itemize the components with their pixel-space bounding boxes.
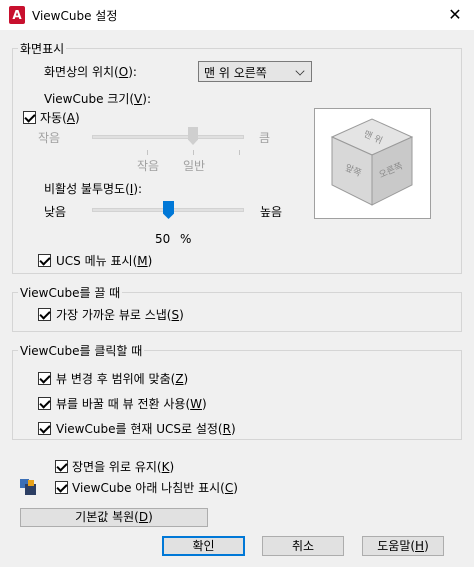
set-ucs-label-key: R [222, 422, 231, 436]
opacity-label: 비활성 불투명도(I): [44, 180, 142, 197]
autocad-icon: A [9, 6, 25, 24]
view-transition-label-key: W [190, 397, 203, 411]
view-transition-checkbox[interactable] [38, 397, 51, 410]
compass-icon [18, 477, 38, 497]
set-ucs-label[interactable]: ViewCube를 현재 UCS로 설정(R) [56, 420, 236, 437]
ok-button[interactable]: 확인 [162, 536, 245, 556]
close-icon[interactable]: ✕ [440, 2, 470, 28]
size-label: ViewCube 크기(V): [44, 90, 151, 107]
viewcube-preview: 맨 위 앞쪽 오른쪽 [314, 108, 431, 219]
view-transition-label-suffix: ) [202, 397, 207, 411]
zoom-extents-label-text: 뷰 변경 후 범위에 맞춤( [56, 372, 176, 386]
snap-label[interactable]: 가장 가까운 뷰로 스냅(S) [56, 306, 184, 323]
opacity-value: 50 [155, 232, 171, 246]
zoom-extents-label-suffix: ) [183, 372, 189, 386]
keep-scene-upright-checkbox[interactable] [55, 460, 68, 473]
size-tick-0 [147, 150, 148, 155]
size-slider-track [92, 135, 244, 139]
size-label-suffix: ): [142, 92, 151, 106]
position-label-text: 화면상의 위치( [44, 65, 119, 79]
display-group-title: 화면표시 [18, 40, 67, 57]
size-tick-small-label: 작음 [137, 159, 160, 173]
ok-label: 확인 [192, 539, 215, 553]
position-label-key: O [118, 65, 129, 79]
position-value: 맨 위 오른쪽 [204, 66, 267, 80]
compass-checkbox[interactable] [55, 481, 68, 494]
click-group-title: ViewCube를 클릭할 때 [18, 342, 145, 359]
keep-scene-upright-label[interactable]: 장면을 위로 유지(K) [72, 458, 174, 475]
ucs-menu-label-key: M [137, 254, 148, 268]
position-label: 화면상의 위치(O): [44, 63, 137, 80]
auto-checkbox[interactable] [23, 111, 36, 124]
window-title: ViewCube 설정 [32, 9, 118, 23]
set-ucs-label-text: ViewCube를 현재 UCS로 설정( [56, 422, 223, 436]
opacity-label-suffix: ): [133, 182, 143, 196]
help-suffix: ) [424, 539, 429, 553]
size-min-label: 작음 [38, 131, 61, 145]
zoom-extents-checkbox[interactable] [38, 372, 51, 385]
set-ucs-label-suffix: ) [230, 422, 236, 436]
position-label-suffix: ): [128, 65, 137, 79]
snap-label-key: S [171, 308, 180, 322]
auto-label[interactable]: 자동(A) [40, 109, 80, 126]
auto-label-key: A [66, 111, 75, 125]
restore-defaults-button[interactable]: 기본값 복원(D) [20, 508, 208, 527]
compass-label-key: C [224, 481, 234, 495]
view-transition-label-text: 뷰를 바꿀 때 뷰 전환 사용( [56, 397, 191, 411]
opacity-label-text: 비활성 불투명도( [44, 182, 130, 196]
restore-defaults-text: 기본값 복원( [75, 510, 139, 524]
size-label-text: ViewCube 크기( [44, 92, 135, 106]
help-key: H [415, 539, 425, 553]
view-transition-label[interactable]: 뷰를 바꿀 때 뷰 전환 사용(W) [56, 395, 207, 412]
size-max-label: 큼 [259, 131, 271, 145]
zoom-extents-label-key: Z [175, 372, 184, 386]
snap-label-text: 가장 가까운 뷰로 스냅( [56, 308, 172, 322]
ucs-menu-checkbox[interactable] [38, 254, 51, 267]
opacity-unit: % [180, 232, 192, 246]
auto-label-text: 자동( [40, 111, 67, 125]
opacity-min-label: 낮음 [44, 205, 67, 219]
help-button[interactable]: 도움말(H) [362, 536, 444, 556]
keep-scene-upright-label-text: 장면을 위로 유지( [72, 460, 162, 474]
cancel-button[interactable]: 취소 [262, 536, 344, 556]
keep-scene-upright-label-suffix: ) [169, 460, 175, 474]
zoom-extents-label[interactable]: 뷰 변경 후 범위에 맞춤(Z) [56, 370, 188, 387]
opacity-max-label: 높음 [260, 205, 283, 219]
compass-label-text: ViewCube 아래 나침반 표시( [72, 481, 225, 495]
auto-label-suffix: ) [74, 111, 80, 125]
size-tick-2 [239, 150, 240, 155]
ucs-menu-label-text: UCS 메뉴 표시( [56, 254, 138, 268]
compass-label[interactable]: ViewCube 아래 나침반 표시(C) [72, 479, 238, 496]
snap-label-suffix: ) [179, 308, 184, 322]
size-tick-1 [193, 150, 194, 155]
restore-defaults-suffix: ) [148, 510, 153, 524]
viewcube-icon: 맨 위 앞쪽 오른쪽 [330, 118, 414, 206]
drag-group-title: ViewCube를 끌 때 [18, 284, 123, 301]
restore-defaults-key: D [138, 510, 149, 524]
ucs-menu-label-suffix: ) [147, 254, 153, 268]
compass-label-suffix: ) [233, 481, 238, 495]
chevron-down-icon [295, 66, 305, 76]
cancel-label: 취소 [291, 539, 315, 553]
ucs-menu-label[interactable]: UCS 메뉴 표시(M) [56, 252, 152, 269]
snap-checkbox[interactable] [38, 308, 51, 321]
help-text: 도움말( [377, 539, 416, 553]
set-ucs-checkbox[interactable] [38, 422, 51, 435]
position-dropdown[interactable]: 맨 위 오른쪽 [198, 61, 312, 82]
size-tick-normal-label: 일반 [183, 159, 206, 173]
